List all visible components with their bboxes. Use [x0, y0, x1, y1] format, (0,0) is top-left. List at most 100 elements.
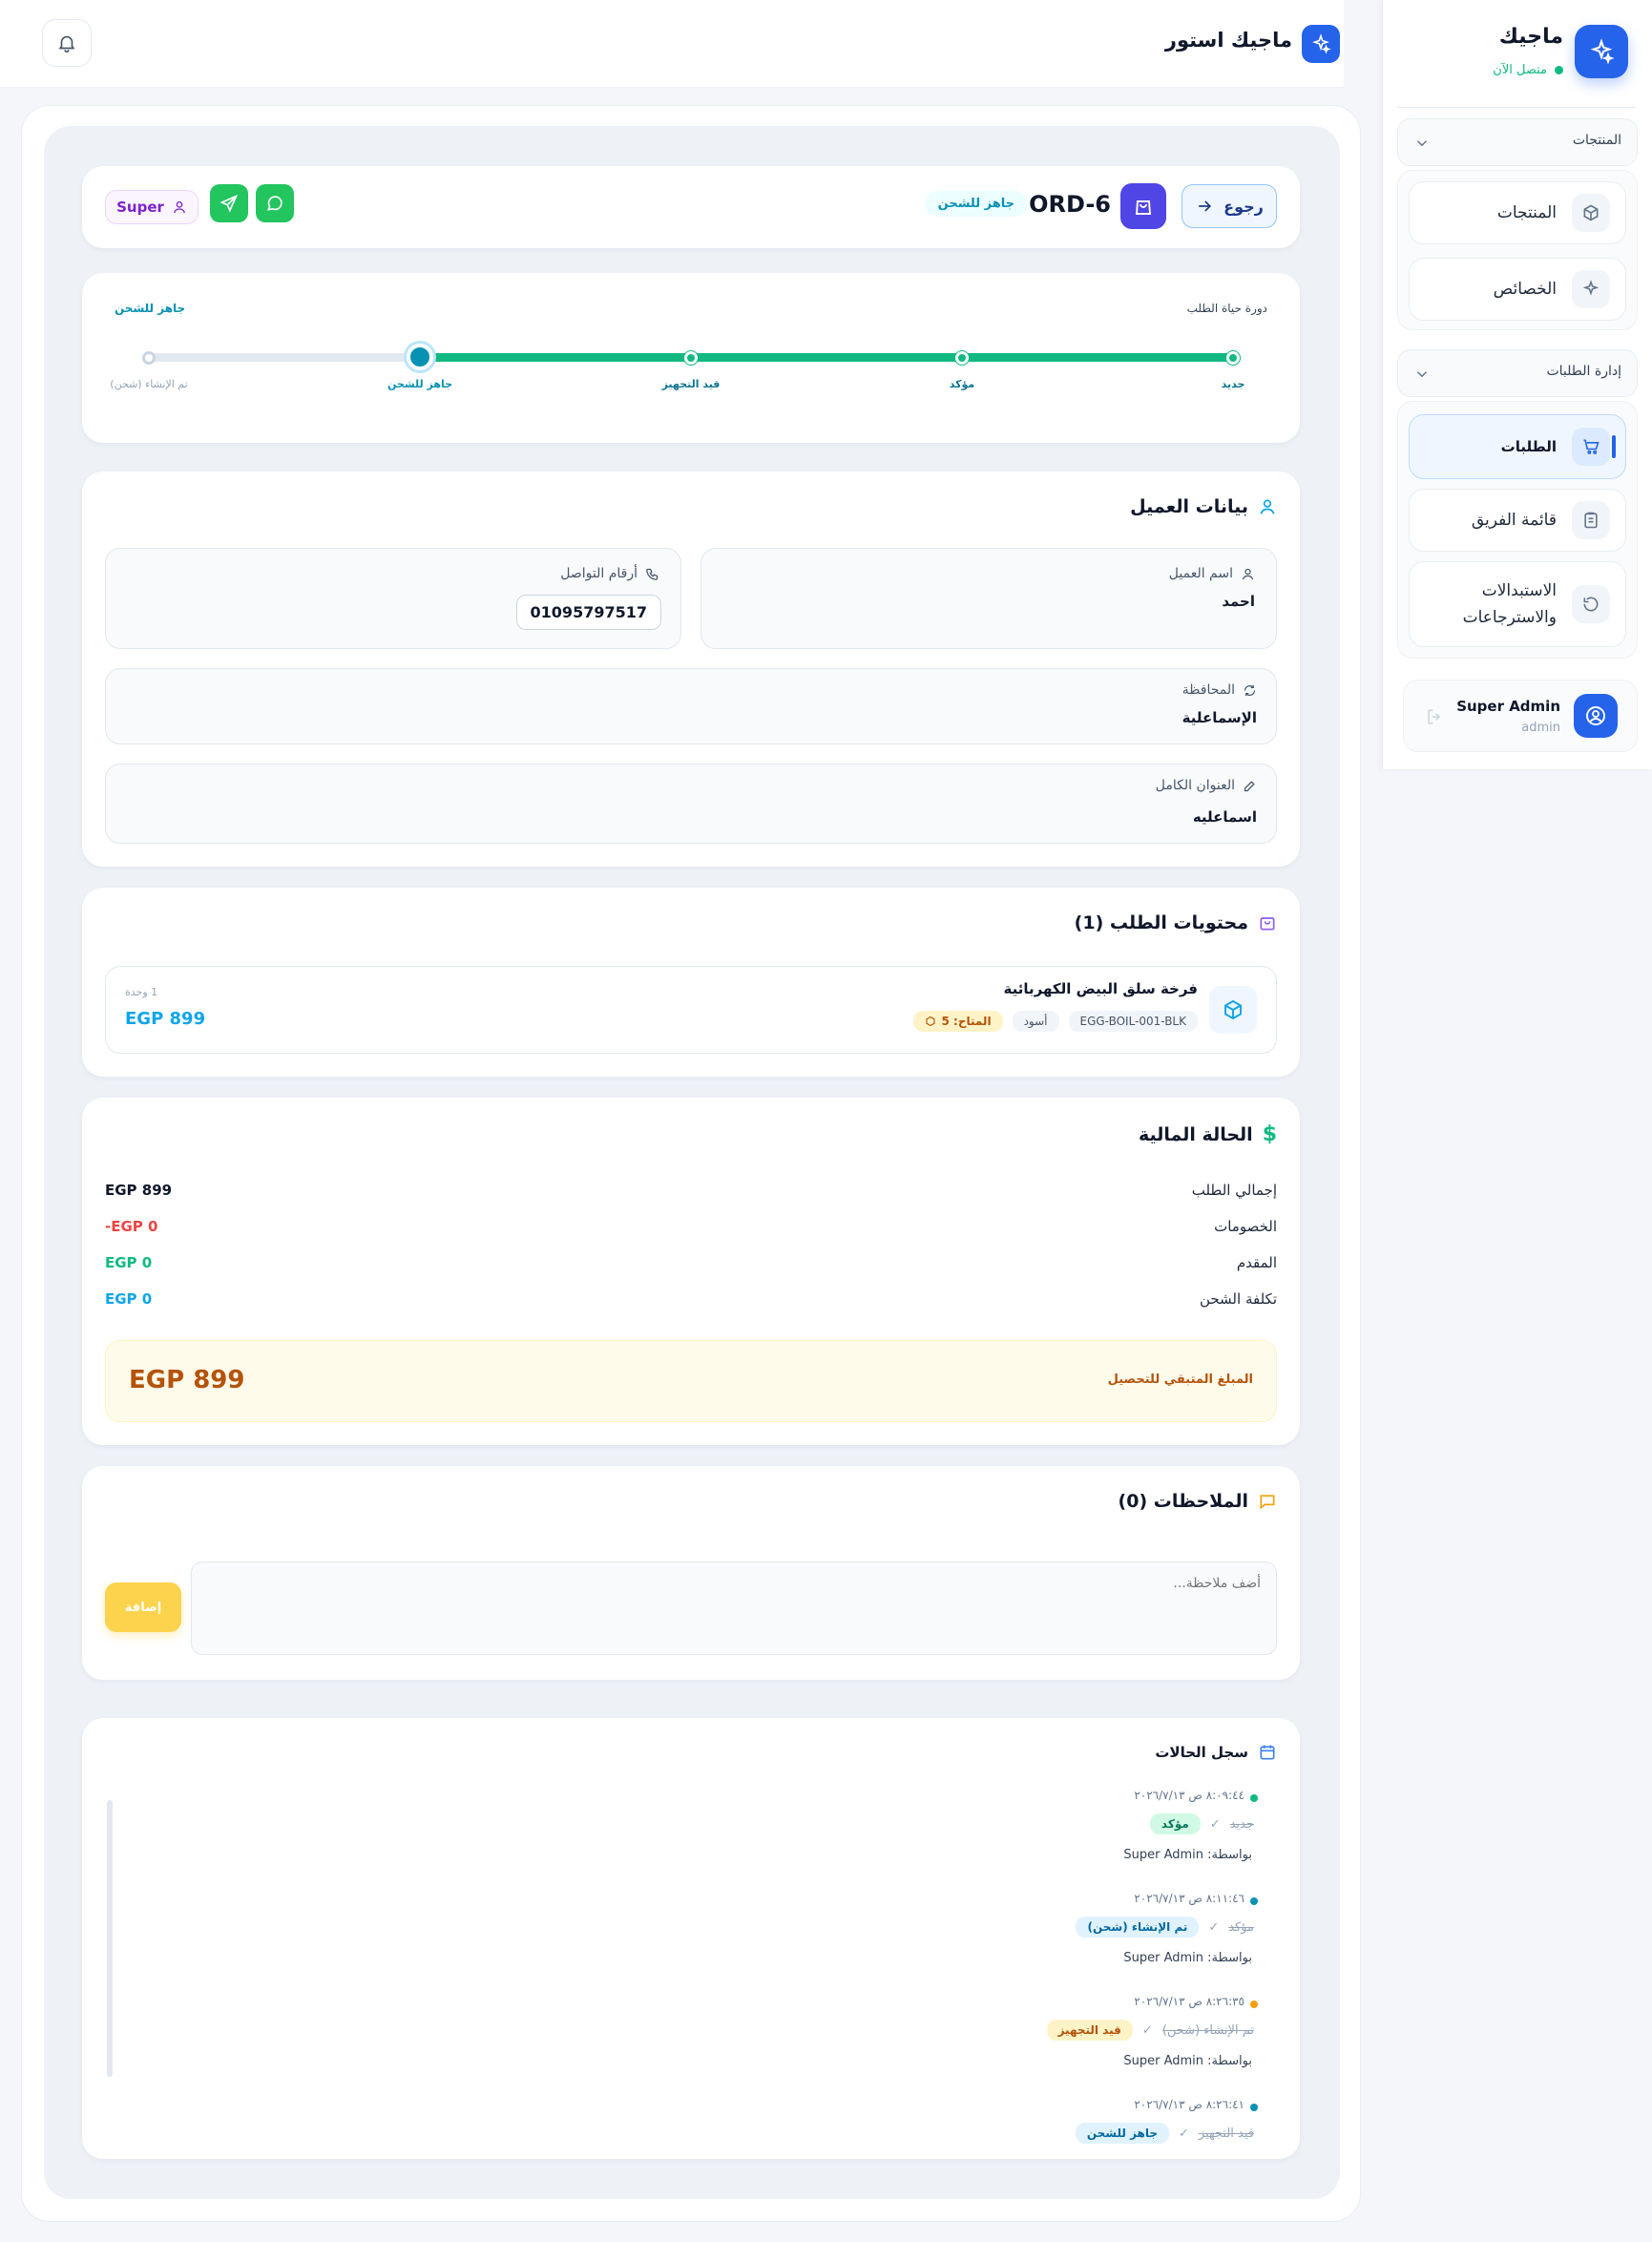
history-scrollbar[interactable] [107, 1800, 113, 2077]
history-change: مؤكد ✓ تم الإنشاء (شحن) [1076, 1917, 1254, 1938]
address: اسماعليه [1192, 808, 1257, 826]
online-status: متصل الآن [1493, 63, 1563, 77]
item-name: فرخة سلق البيض الكهربائية [1003, 980, 1198, 997]
pencil-icon [1244, 780, 1255, 791]
finance-label: تكلفة الشحن [1199, 1290, 1277, 1308]
cube-icon [1572, 194, 1610, 232]
calendar-icon [1260, 1745, 1275, 1760]
sidebar-group-orders[interactable]: إدارة الطلبات [1397, 349, 1638, 397]
sidebar-item-returns[interactable]: الاستبدالات والاسترجاعات [1409, 561, 1626, 647]
status-dot [1555, 66, 1563, 74]
notes-card: الملاحظات (0) إضافة [82, 1466, 1300, 1680]
cube-icon [925, 1016, 935, 1027]
sidebar-item-attributes[interactable]: الخصائص [1409, 258, 1626, 321]
finance-value: EGP 0 [105, 1254, 153, 1271]
arrow-right-icon [1199, 200, 1212, 212]
refresh-icon [1572, 585, 1610, 623]
lifecycle-step-label: جديد [1221, 378, 1245, 390]
sidebar-item-products[interactable]: المنتجات [1409, 181, 1626, 244]
chat-bubble-icon [267, 196, 282, 211]
send-icon [220, 194, 239, 213]
dollar-icon: $ [1262, 1122, 1277, 1146]
lifecycle-current: جاهز للشحن [115, 302, 186, 315]
order-item-row[interactable]: فرخة سلق البيض الكهربائية EGG-BOIL-001-B… [105, 966, 1277, 1054]
bell-icon [58, 35, 75, 52]
check-icon: ✓ [1141, 2022, 1153, 2038]
lifecycle-step-label: جاهز للشحن [387, 378, 452, 390]
sidebar-user-card[interactable]: Super Admin admin [1403, 680, 1638, 752]
remaining-value: EGP 899 [129, 1366, 245, 1394]
lifecycle-step-label: قيد التجهيز [661, 378, 721, 390]
sparkles-icon [1572, 270, 1610, 308]
cart-icon [1572, 428, 1610, 466]
address-field: العنوان الكامل اسماعليه [105, 764, 1277, 844]
logout-icon[interactable] [1425, 707, 1444, 726]
check-icon: ✓ [1208, 1919, 1220, 1935]
item-qty: 1 وحدة [125, 986, 158, 998]
order-status-badge: جاهز للشحن [924, 191, 1028, 217]
sidebar-item-team-list[interactable]: قائمة الفريق [1409, 489, 1626, 552]
order-header-card: رجوع ORD-6 جاهز للشحن Super [82, 166, 1300, 248]
add-note-button[interactable]: إضافة [105, 1582, 181, 1632]
finance-value: EGP 899 [105, 1182, 173, 1199]
sidebar-item-orders[interactable]: الطلبات [1409, 414, 1626, 479]
finance-label: الخصومات [1214, 1218, 1277, 1235]
notification-button[interactable] [42, 19, 92, 67]
history-by: بواسطة: Super Admin [1123, 2054, 1252, 2068]
history-by: بواسطة: Super Admin [1123, 1848, 1252, 1862]
topbar [0, 0, 1344, 88]
active-indicator [1612, 435, 1616, 458]
phone-icon [646, 568, 659, 580]
sidebar-group-products[interactable]: المنتجات [1397, 118, 1638, 166]
sidebar-divider [1397, 107, 1636, 108]
notes-title: الملاحظات (0) [1119, 1491, 1277, 1512]
lifecycle-step-label: تم الإنشاء (شحن) [110, 378, 188, 390]
back-button[interactable]: رجوع [1181, 184, 1277, 228]
user-icon [173, 201, 185, 214]
history-time: ٨:٢٦:٤١ ص ٢٠٢٦/٧/١٣ [1134, 2098, 1244, 2111]
store-logo-icon [1302, 25, 1340, 63]
color-tag: أسود [1012, 1011, 1059, 1032]
order-id: ORD-6 [1029, 191, 1111, 218]
note-input[interactable] [191, 1561, 1277, 1655]
lifecycle-title: دورة حياة الطلب [1186, 302, 1267, 315]
contents-card: محتويات الطلب (1) فرخة سلق البيض الكهربا… [82, 888, 1300, 1077]
finance-label: إجمالي الطلب [1191, 1182, 1277, 1199]
remaining-label: المبلغ المتبقي للتحصيل [1107, 1372, 1253, 1387]
brand-title: ماجيك [1498, 25, 1563, 49]
bag-icon [1260, 917, 1275, 931]
phone-chip[interactable]: 01095797517 [515, 595, 661, 630]
lifecycle-card: دورة حياة الطلب جاهز للشحن جديد مؤكد قيد… [82, 273, 1300, 443]
avatar [1574, 694, 1618, 738]
history-time: ٨:٢٦:٣٥ ص ٢٠٢٦/٧/١٣ [1134, 1995, 1244, 2008]
contents-title: محتويات الطلب (1) [1075, 912, 1277, 933]
lifecycle-step-dot [142, 351, 156, 365]
customer-name-field: اسم العميل احمد [701, 548, 1277, 649]
customer-title: بيانات العميل [1130, 496, 1277, 517]
user-icon [1260, 499, 1275, 514]
chevron-down-icon [1416, 140, 1428, 147]
stock-tag: المتاح: 5 [912, 1011, 1003, 1032]
history-title: سجل الحالات [1155, 1743, 1277, 1762]
sku-tag: EGG-BOIL-001-BLK [1068, 1011, 1198, 1032]
lifecycle-progress [420, 353, 1233, 362]
store-name: ماجيك استور [1164, 29, 1292, 52]
telegram-button[interactable] [210, 184, 248, 222]
chevron-down-icon [1416, 371, 1428, 378]
brand-logo-icon [1575, 25, 1628, 78]
lifecycle-step-dot [955, 351, 969, 365]
remaining-box: المبلغ المتبقي للتحصيل EGP 899 [105, 1340, 1277, 1422]
lifecycle-step-dot [1226, 351, 1240, 365]
customer-phones-field: أرقام التواصل 01095797517 [105, 548, 681, 649]
message-icon [1260, 1495, 1275, 1510]
whatsapp-button[interactable] [256, 184, 294, 222]
history-change: قيد التجهيز ✓ جاهز للشحن [1075, 2123, 1254, 2144]
refresh-icon [1244, 684, 1256, 696]
history-time: ٨:١١:٤٦ ص ٢٠٢٦/٧/١٣ [1134, 1892, 1244, 1905]
item-price: EGP 899 [125, 1009, 206, 1029]
clipboard-icon [1572, 501, 1610, 539]
lifecycle-step-label: مؤكد [949, 378, 975, 390]
user-role: admin [1521, 721, 1560, 735]
bag-icon [1120, 183, 1166, 229]
lifecycle-step-dot-current [407, 344, 433, 370]
